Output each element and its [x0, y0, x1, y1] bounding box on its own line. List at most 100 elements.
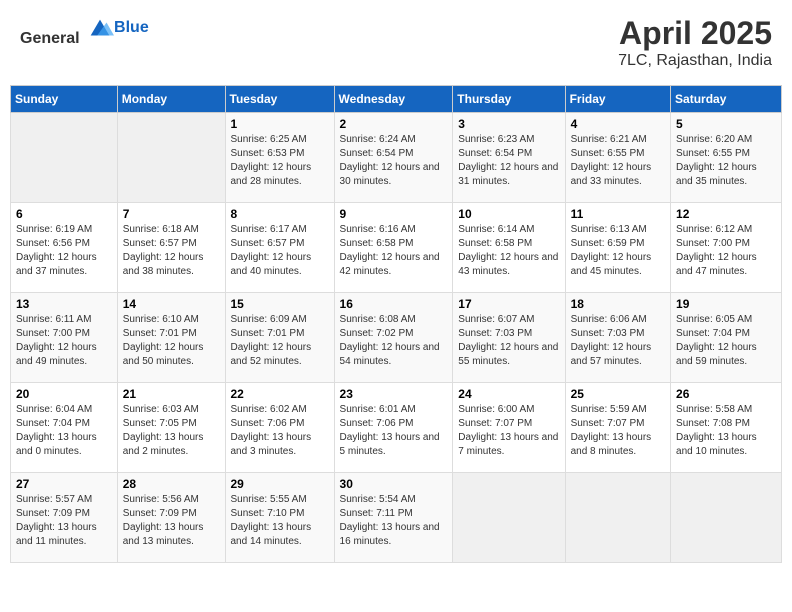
- day-daylight: Daylight: 13 hours and 13 minutes.: [123, 521, 220, 549]
- day-number: 18: [571, 297, 665, 311]
- calendar-cell: 2 Sunrise: 6:24 AM Sunset: 6:54 PM Dayli…: [334, 113, 453, 203]
- day-number: 3: [458, 117, 559, 131]
- calendar-cell: [11, 113, 118, 203]
- calendar-cell: 14 Sunrise: 6:10 AM Sunset: 7:01 PM Dayl…: [117, 293, 225, 383]
- day-sunrise: Sunrise: 6:04 AM: [16, 403, 112, 417]
- day-number: 26: [676, 387, 776, 401]
- day-sunrise: Sunrise: 6:10 AM: [123, 313, 220, 327]
- weekday-header-friday: Friday: [565, 86, 670, 113]
- weekday-header-tuesday: Tuesday: [225, 86, 334, 113]
- day-daylight: Daylight: 12 hours and 31 minutes.: [458, 161, 559, 189]
- calendar-cell: 24 Sunrise: 6:00 AM Sunset: 7:07 PM Dayl…: [453, 383, 565, 473]
- calendar-cell: 27 Sunrise: 5:57 AM Sunset: 7:09 PM Dayl…: [11, 473, 118, 563]
- day-number: 17: [458, 297, 559, 311]
- day-number: 22: [231, 387, 329, 401]
- calendar-cell: 16 Sunrise: 6:08 AM Sunset: 7:02 PM Dayl…: [334, 293, 453, 383]
- day-number: 4: [571, 117, 665, 131]
- day-number: 5: [676, 117, 776, 131]
- day-sunset: Sunset: 7:09 PM: [123, 507, 220, 521]
- day-sunset: Sunset: 7:11 PM: [340, 507, 448, 521]
- main-title: April 2025: [618, 15, 772, 52]
- day-sunset: Sunset: 7:02 PM: [340, 327, 448, 341]
- day-sunset: Sunset: 7:04 PM: [16, 417, 112, 431]
- day-number: 2: [340, 117, 448, 131]
- day-sunset: Sunset: 7:10 PM: [231, 507, 329, 521]
- day-number: 13: [16, 297, 112, 311]
- calendar-cell: 28 Sunrise: 5:56 AM Sunset: 7:09 PM Dayl…: [117, 473, 225, 563]
- day-sunset: Sunset: 7:06 PM: [340, 417, 448, 431]
- weekday-header-thursday: Thursday: [453, 86, 565, 113]
- day-number: 10: [458, 207, 559, 221]
- day-number: 27: [16, 477, 112, 491]
- day-sunrise: Sunrise: 6:07 AM: [458, 313, 559, 327]
- day-number: 8: [231, 207, 329, 221]
- title-section: April 2025 7LC, Rajasthan, India: [618, 15, 772, 70]
- day-number: 29: [231, 477, 329, 491]
- calendar-cell: 21 Sunrise: 6:03 AM Sunset: 7:05 PM Dayl…: [117, 383, 225, 473]
- calendar-cell: 18 Sunrise: 6:06 AM Sunset: 7:03 PM Dayl…: [565, 293, 670, 383]
- day-number: 14: [123, 297, 220, 311]
- calendar-cell: 7 Sunrise: 6:18 AM Sunset: 6:57 PM Dayli…: [117, 203, 225, 293]
- calendar-cell: 6 Sunrise: 6:19 AM Sunset: 6:56 PM Dayli…: [11, 203, 118, 293]
- day-sunset: Sunset: 6:54 PM: [340, 147, 448, 161]
- day-daylight: Daylight: 13 hours and 0 minutes.: [16, 431, 112, 459]
- day-number: 6: [16, 207, 112, 221]
- day-sunset: Sunset: 7:05 PM: [123, 417, 220, 431]
- day-sunrise: Sunrise: 6:21 AM: [571, 133, 665, 147]
- day-sunrise: Sunrise: 5:56 AM: [123, 493, 220, 507]
- calendar-cell: 30 Sunrise: 5:54 AM Sunset: 7:11 PM Dayl…: [334, 473, 453, 563]
- day-daylight: Daylight: 12 hours and 49 minutes.: [16, 341, 112, 369]
- day-sunrise: Sunrise: 6:09 AM: [231, 313, 329, 327]
- weekday-header-sunday: Sunday: [11, 86, 118, 113]
- day-daylight: Daylight: 12 hours and 42 minutes.: [340, 251, 448, 279]
- day-sunset: Sunset: 7:06 PM: [231, 417, 329, 431]
- day-sunset: Sunset: 7:03 PM: [458, 327, 559, 341]
- day-sunset: Sunset: 6:59 PM: [571, 237, 665, 251]
- day-sunset: Sunset: 7:00 PM: [16, 327, 112, 341]
- day-number: 21: [123, 387, 220, 401]
- logo: General Blue: [20, 15, 149, 48]
- day-daylight: Daylight: 12 hours and 35 minutes.: [676, 161, 776, 189]
- day-sunset: Sunset: 7:00 PM: [676, 237, 776, 251]
- day-daylight: Daylight: 12 hours and 45 minutes.: [571, 251, 665, 279]
- day-sunset: Sunset: 7:07 PM: [571, 417, 665, 431]
- logo-general: General: [20, 30, 80, 47]
- day-sunset: Sunset: 7:08 PM: [676, 417, 776, 431]
- day-sunrise: Sunrise: 5:59 AM: [571, 403, 665, 417]
- calendar-cell: [117, 113, 225, 203]
- day-sunset: Sunset: 7:03 PM: [571, 327, 665, 341]
- day-sunrise: Sunrise: 6:00 AM: [458, 403, 559, 417]
- calendar-cell: 9 Sunrise: 6:16 AM Sunset: 6:58 PM Dayli…: [334, 203, 453, 293]
- calendar-cell: 13 Sunrise: 6:11 AM Sunset: 7:00 PM Dayl…: [11, 293, 118, 383]
- day-daylight: Daylight: 12 hours and 52 minutes.: [231, 341, 329, 369]
- calendar-cell: 19 Sunrise: 6:05 AM Sunset: 7:04 PM Dayl…: [671, 293, 782, 383]
- calendar-cell: 11 Sunrise: 6:13 AM Sunset: 6:59 PM Dayl…: [565, 203, 670, 293]
- day-number: 12: [676, 207, 776, 221]
- day-daylight: Daylight: 12 hours and 33 minutes.: [571, 161, 665, 189]
- day-sunrise: Sunrise: 6:03 AM: [123, 403, 220, 417]
- day-sunrise: Sunrise: 6:18 AM: [123, 223, 220, 237]
- day-daylight: Daylight: 13 hours and 3 minutes.: [231, 431, 329, 459]
- day-number: 23: [340, 387, 448, 401]
- calendar-cell: [565, 473, 670, 563]
- calendar-cell: 1 Sunrise: 6:25 AM Sunset: 6:53 PM Dayli…: [225, 113, 334, 203]
- day-daylight: Daylight: 12 hours and 30 minutes.: [340, 161, 448, 189]
- logo-icon: [86, 15, 114, 43]
- day-daylight: Daylight: 13 hours and 5 minutes.: [340, 431, 448, 459]
- day-daylight: Daylight: 13 hours and 16 minutes.: [340, 521, 448, 549]
- day-sunset: Sunset: 6:57 PM: [231, 237, 329, 251]
- header: General Blue April 2025 7LC, Rajasthan, …: [10, 10, 782, 75]
- weekday-header-wednesday: Wednesday: [334, 86, 453, 113]
- day-daylight: Daylight: 12 hours and 37 minutes.: [16, 251, 112, 279]
- day-sunset: Sunset: 6:55 PM: [571, 147, 665, 161]
- day-sunset: Sunset: 6:58 PM: [340, 237, 448, 251]
- day-number: 28: [123, 477, 220, 491]
- day-sunset: Sunset: 6:58 PM: [458, 237, 559, 251]
- day-sunset: Sunset: 6:53 PM: [231, 147, 329, 161]
- day-sunset: Sunset: 6:54 PM: [458, 147, 559, 161]
- day-sunrise: Sunrise: 6:13 AM: [571, 223, 665, 237]
- day-daylight: Daylight: 12 hours and 38 minutes.: [123, 251, 220, 279]
- calendar-cell: 22 Sunrise: 6:02 AM Sunset: 7:06 PM Dayl…: [225, 383, 334, 473]
- calendar-cell: 25 Sunrise: 5:59 AM Sunset: 7:07 PM Dayl…: [565, 383, 670, 473]
- day-sunrise: Sunrise: 6:23 AM: [458, 133, 559, 147]
